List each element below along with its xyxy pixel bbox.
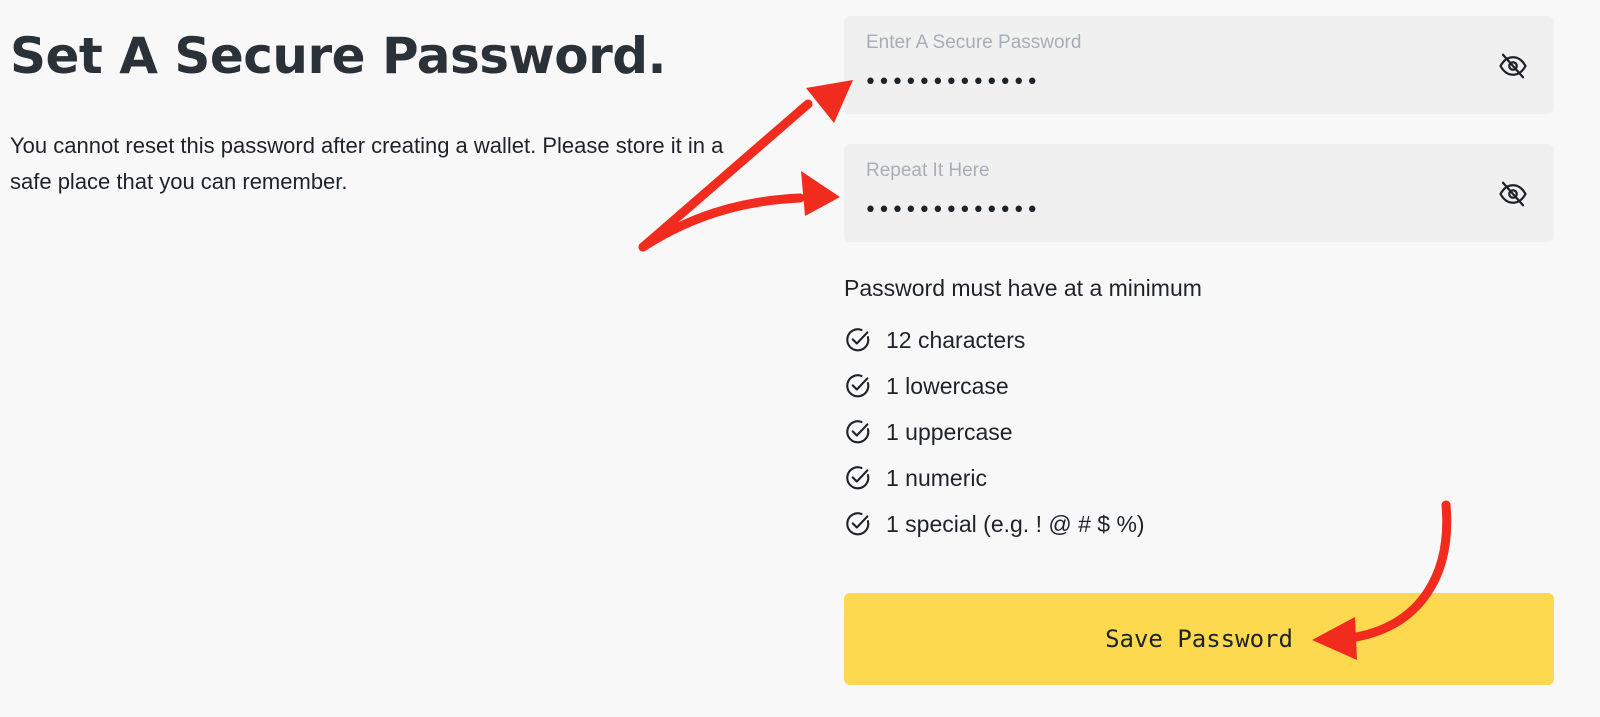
- eye-off-icon[interactable]: [1498, 51, 1528, 81]
- password-field-label: Enter A Secure Password: [866, 32, 1082, 53]
- repeat-password-field[interactable]: Repeat It Here •••••••••••••: [844, 144, 1554, 242]
- requirement-item: 12 characters: [844, 317, 1145, 363]
- requirement-item: 1 lowercase: [844, 363, 1145, 409]
- eye-off-icon[interactable]: [1498, 179, 1528, 209]
- requirements-list: 12 characters 1 lowercase 1 uppercase 1 …: [844, 317, 1145, 547]
- requirements-title: Password must have at a minimum: [844, 275, 1202, 301]
- requirement-label: 1 uppercase: [886, 418, 1013, 445]
- password-field[interactable]: Enter A Secure Password •••••••••••••: [844, 16, 1554, 114]
- repeat-password-field-label: Repeat It Here: [866, 160, 990, 181]
- password-field-value[interactable]: •••••••••••••: [864, 70, 1039, 95]
- repeat-password-field-value[interactable]: •••••••••••••: [864, 198, 1039, 223]
- page-description: You cannot reset this password after cre…: [10, 133, 724, 194]
- check-circle-icon: [846, 374, 870, 398]
- requirement-label: 1 lowercase: [886, 372, 1009, 399]
- requirement-label: 1 numeric: [886, 464, 987, 491]
- page-title: Set A Secure Password.: [10, 27, 667, 85]
- requirement-item: 1 special (e.g. ! @ # $ %): [844, 501, 1145, 547]
- check-circle-icon: [846, 466, 870, 490]
- requirement-item: 1 numeric: [844, 455, 1145, 501]
- save-password-button[interactable]: Save Password: [844, 593, 1554, 685]
- check-circle-icon: [846, 512, 870, 536]
- check-circle-icon: [846, 328, 870, 352]
- requirement-item: 1 uppercase: [844, 409, 1145, 455]
- requirement-label: 1 special (e.g. ! @ # $ %): [886, 510, 1145, 537]
- requirement-label: 12 characters: [886, 326, 1026, 353]
- check-circle-icon: [846, 420, 870, 444]
